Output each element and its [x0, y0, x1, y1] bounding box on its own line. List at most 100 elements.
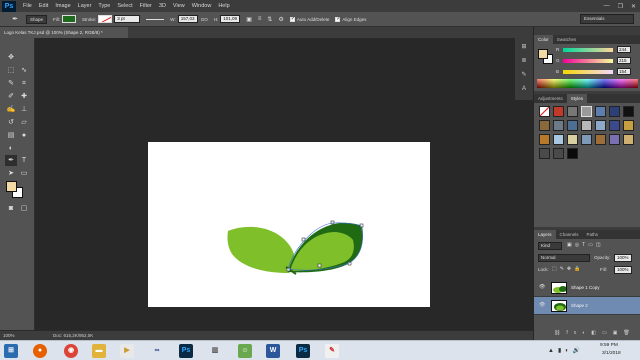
tab-channels[interactable]: Channels [556, 230, 583, 239]
minimize-icon[interactable]: — [604, 3, 610, 9]
lock-icons[interactable]: ⬚✎✥🔒 [552, 266, 583, 272]
opacity-input[interactable]: 100% [614, 254, 632, 262]
menu-view[interactable]: View [173, 3, 185, 9]
system-tray[interactable]: ▲▮◐🔊 [548, 347, 584, 354]
screen-mode-icon[interactable]: ▢ [18, 203, 30, 214]
close-icon[interactable]: ✕ [631, 3, 636, 10]
word-icon[interactable]: W [266, 344, 280, 358]
menu-image[interactable]: Image [55, 3, 70, 9]
style-swatch[interactable] [609, 134, 620, 145]
workspace-select[interactable]: Essentials [580, 14, 634, 24]
document-size[interactable]: Doc: 615,2K/952,0K [53, 331, 93, 340]
auto-add-delete-checkbox[interactable] [289, 16, 295, 22]
photoshop-taskbar-icon-2[interactable]: Ps [296, 344, 310, 358]
media-player-icon[interactable]: ▶ [120, 344, 134, 358]
stroke-type-select[interactable] [146, 18, 165, 20]
layer-row[interactable]: 👁 Shape 1 Copy [534, 279, 640, 297]
style-swatch[interactable] [553, 106, 564, 117]
style-swatch[interactable] [595, 120, 606, 131]
menu-filter[interactable]: Filter [140, 3, 152, 9]
eye-icon[interactable]: 👁 [539, 302, 545, 308]
shape-icon[interactable]: ▭ [18, 168, 30, 179]
document-tab[interactable]: Logo Kelas TKJ.psd @ 100% (Shape 2, RGB/… [0, 27, 128, 38]
style-swatch[interactable] [623, 134, 634, 145]
style-swatch[interactable] [553, 120, 564, 131]
color-spectrum[interactable] [537, 79, 638, 88]
layer-row[interactable]: 👁 Shape 2 [534, 297, 640, 315]
stroke-swatch[interactable] [98, 15, 113, 23]
style-swatch[interactable] [581, 120, 592, 131]
style-swatch[interactable] [539, 148, 550, 159]
style-swatch[interactable] [581, 106, 592, 117]
style-swatch[interactable] [623, 120, 634, 131]
path-operations-icon[interactable]: ▣ [246, 16, 252, 23]
style-swatch[interactable] [567, 120, 578, 131]
move-icon[interactable]: ✥ [5, 52, 17, 63]
style-swatch[interactable] [539, 120, 550, 131]
style-swatch[interactable] [539, 106, 550, 117]
document-canvas[interactable] [148, 142, 430, 307]
b-slider[interactable] [563, 70, 613, 74]
align-edges-checkbox[interactable] [335, 16, 341, 22]
zoom-level[interactable]: 100% [3, 331, 15, 340]
stroke-width-input[interactable]: 3 pt [114, 15, 141, 23]
marquee-icon[interactable]: ⬚ [5, 65, 17, 76]
style-swatch[interactable] [567, 134, 578, 145]
tab-swatches[interactable]: Swatches [553, 35, 581, 44]
crop-icon[interactable]: ⌗ [18, 78, 30, 89]
style-swatch[interactable] [609, 106, 620, 117]
style-swatch[interactable] [581, 134, 592, 145]
style-swatch[interactable] [609, 120, 620, 131]
file-explorer-icon[interactable]: ▬ [92, 344, 106, 358]
chrome-icon[interactable]: ◉ [64, 344, 78, 358]
tab-layers[interactable]: Layers [534, 230, 556, 239]
eye-icon[interactable]: 👁 [539, 284, 545, 290]
layer-name[interactable]: Shape 1 Copy [571, 285, 600, 290]
character-icon[interactable]: ☺ [238, 344, 252, 358]
history-panel-icon[interactable]: ⊞ [519, 42, 529, 52]
style-swatch[interactable] [539, 134, 550, 145]
fill-input[interactable]: 100% [614, 266, 632, 274]
foreground-color-swatch[interactable] [6, 181, 17, 192]
menu-layer[interactable]: Layer [78, 3, 92, 9]
restore-icon[interactable]: ❐ [618, 3, 623, 10]
type-icon[interactable]: T [18, 155, 30, 166]
layer-action-icons[interactable]: ⛓fx◐◧▭▣🗑 [554, 330, 636, 336]
style-swatch[interactable] [623, 106, 634, 117]
style-swatch[interactable] [553, 148, 564, 159]
r-slider[interactable] [563, 48, 613, 52]
eyedropper-icon[interactable]: ✐ [5, 91, 17, 102]
g-slider[interactable] [563, 59, 613, 63]
menu-help[interactable]: Help [218, 3, 229, 9]
quick-select-icon[interactable]: ✎ [5, 78, 17, 89]
blend-mode-select[interactable]: Normal [538, 254, 590, 262]
width-input[interactable]: 157,03 [177, 15, 198, 23]
chip-icon[interactable]: ▥ [208, 344, 222, 358]
clone-stamp-icon[interactable]: ⊥ [18, 104, 30, 115]
firefox-icon[interactable]: ● [33, 344, 47, 358]
history-brush-icon[interactable]: ↺ [5, 117, 17, 128]
r-value-input[interactable]: 244 [617, 46, 631, 53]
menu-edit[interactable]: Edit [39, 3, 48, 9]
start-icon[interactable]: ⊞ [4, 344, 18, 358]
path-alignment-icon[interactable]: ≡ [258, 16, 262, 22]
fill-swatch[interactable] [62, 15, 77, 23]
g-value-input[interactable]: 215 [617, 57, 631, 64]
b-value-input[interactable]: 154 [617, 68, 631, 75]
height-input[interactable]: 101,09 [220, 15, 241, 23]
eraser-icon[interactable]: ▱ [18, 117, 30, 128]
style-swatch[interactable] [567, 106, 578, 117]
menu-file[interactable]: File [23, 3, 32, 9]
link-label[interactable]: GO [201, 17, 208, 22]
quick-mask-icon[interactable]: ◙ [5, 203, 17, 214]
menu-select[interactable]: Select [117, 3, 132, 9]
style-swatch[interactable] [553, 134, 564, 145]
brush-panel-icon[interactable]: ✎ [519, 70, 529, 80]
settings-gear-icon[interactable]: ⚙ [278, 16, 283, 23]
menu-window[interactable]: Window [192, 3, 212, 9]
path-arrangement-icon[interactable]: ⇅ [267, 16, 272, 23]
clock-date[interactable]: 3/1/2018 [602, 351, 621, 356]
clock-time[interactable]: 9:59 PM [600, 343, 618, 348]
color-panel-foreground[interactable] [538, 49, 548, 59]
healing-icon[interactable]: ✚ [18, 91, 30, 102]
